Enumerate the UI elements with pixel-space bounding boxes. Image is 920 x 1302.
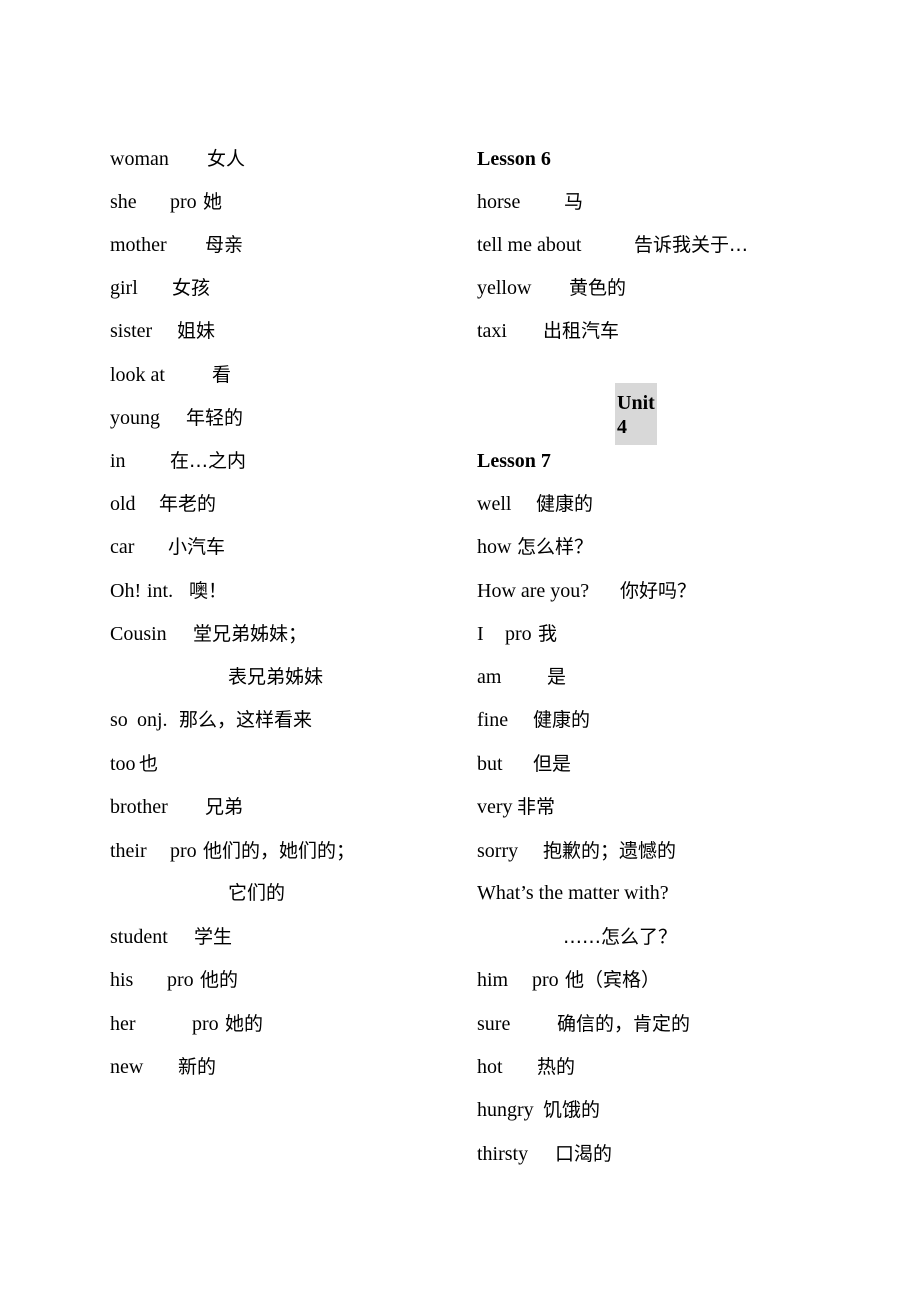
vocab-meaning: 他（宾格） [565,969,661,991]
vocab-term: his [110,969,134,991]
vocab-term: Cousin [110,623,167,645]
vocab-term: sorry [477,840,519,862]
vocab-term: sure [477,1013,511,1035]
vocab-term: What’s the matter with? [477,882,669,904]
unit-4-heading: Unit 4 [615,383,657,445]
vocab-term: Oh! [110,580,142,602]
vocab-term: how [477,536,512,558]
vocab-meaning: 母亲 [205,234,244,256]
vocab-meaning: 健康的 [533,709,591,731]
vocab-term: I [477,623,484,645]
vocab-term: woman [110,148,169,170]
part-of-speech: pro [532,969,559,991]
vocab-term: girl [110,277,138,299]
vocab-term: very [477,796,513,818]
vocab-meaning: 那么，这样看来 [179,709,313,731]
vocab-meaning: 口渴的 [555,1143,613,1165]
vocab-meaning: 噢！ [189,580,228,602]
vocab-term: thirsty [477,1143,529,1165]
vocab-term: too [110,753,136,775]
vocab-meaning: 确信的，肯定的 [557,1013,691,1035]
vocab-meaning: 我 [538,623,558,645]
vocab-meaning: 兄弟 [205,796,244,818]
vocab-term: mother [110,234,167,256]
vocab-meaning: 健康的 [536,493,594,515]
vocab-term: horse [477,191,521,213]
vocab-meaning: 热的 [537,1056,576,1078]
vocab-meaning: 它们的 [228,882,286,904]
vocab-term: him [477,969,509,991]
vocab-meaning: 他的 [200,969,239,991]
part-of-speech: pro [170,191,197,213]
vocab-term: but [477,753,503,775]
vocab-term: How are you? [477,580,590,602]
vocab-meaning: 年轻的 [186,407,244,429]
vocab-term: brother [110,796,168,818]
vocab-term: taxi [477,320,507,342]
vocab-meaning: 马 [564,191,584,213]
vocab-term: she [110,191,137,213]
vocab-term: young [110,407,160,429]
vocab-term: so [110,709,128,731]
part-of-speech: pro [192,1013,219,1035]
vocab-meaning: 年老的 [159,493,217,515]
vocab-meaning: 怎么样？ [517,536,594,558]
vocab-meaning: 姐妹 [177,320,216,342]
vocab-term: sister [110,320,153,342]
vocab-term: look at [110,364,165,386]
vocab-term: their [110,840,147,862]
vocab-meaning: 也 [139,753,159,775]
vocab-term: tell me about [477,234,582,256]
vocab-meaning: 她的 [225,1013,264,1035]
vocab-meaning: 学生 [194,926,233,948]
vocab-meaning: 表兄弟姊妹 [228,666,324,688]
vocab-meaning: 抱歉的；遗憾的 [543,840,677,862]
vocab-meaning: 告诉我关于… [634,234,749,256]
part-of-speech: pro [505,623,532,645]
part-of-speech: pro [167,969,194,991]
vocab-term: old [110,493,136,515]
vocab-meaning: 饥饿的 [543,1099,601,1121]
vocab-meaning: 堂兄弟姊妹； [193,623,308,645]
part-of-speech: pro [170,840,197,862]
vocab-term: am [477,666,502,688]
vocab-meaning: 她 [203,191,223,213]
vocab-term: her [110,1013,136,1035]
vocab-meaning: 出租汽车 [543,320,620,342]
vocab-term: well [477,493,512,515]
vocab-term: car [110,536,135,558]
vocab-term: yellow [477,277,532,299]
vocab-meaning: 新的 [178,1056,217,1078]
vocab-meaning: 你好吗？ [620,580,697,602]
vocab-meaning: 女人 [207,148,246,170]
vocab-meaning: 小汽车 [168,536,226,558]
vocab-meaning: 但是 [533,753,572,775]
vocab-meaning: 是 [547,666,567,688]
lesson-6-heading: Lesson 6 [477,148,551,170]
vocab-term: student [110,926,168,948]
lesson-7-heading: Lesson 7 [477,450,551,472]
vocab-meaning: 他们的，她们的； [203,840,356,862]
vocab-meaning: ……怎么了？ [563,926,678,948]
part-of-speech: int. [147,580,174,602]
vocab-term: fine [477,709,509,731]
vocab-meaning: 黄色的 [569,277,627,299]
vocab-meaning: 非常 [517,796,556,818]
vocab-term: new [110,1056,144,1078]
vocab-term: hungry [477,1099,534,1121]
vocab-term: in [110,450,126,472]
vocab-meaning: 在…之内 [170,450,247,472]
vocab-meaning: 女孩 [172,277,211,299]
vocab-meaning: 看 [212,364,232,386]
part-of-speech: onj. [137,709,168,731]
vocab-term: hot [477,1056,503,1078]
